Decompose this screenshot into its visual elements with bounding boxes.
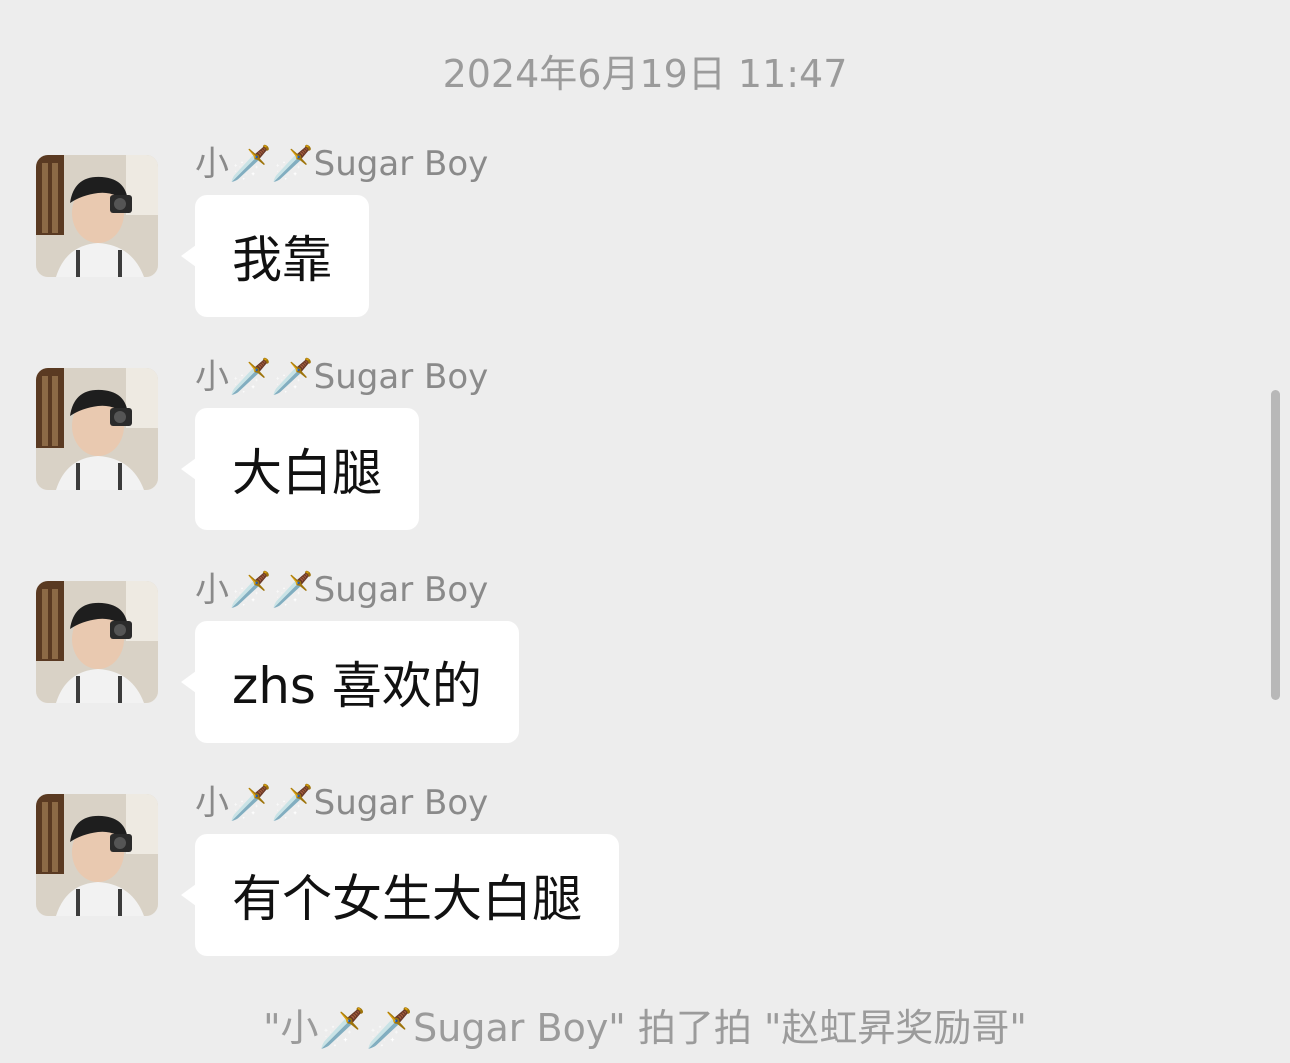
avatar-photo-icon [36,155,158,277]
message-bubble[interactable]: 有个女生大白腿 [181,834,619,956]
message-row: 小🗡️🗡️Sugar Boy 大白腿 [0,357,1260,568]
message-bubble[interactable]: 我靠 [181,195,369,317]
sender-name: 小🗡️🗡️Sugar Boy [195,144,489,184]
chat-timestamp: 2024年6月19日 11:47 [442,52,848,96]
sender-name: 小🗡️🗡️Sugar Boy [195,783,489,823]
avatar-photo-icon [36,794,158,916]
sender-name: 小🗡️🗡️Sugar Boy [195,570,489,610]
message-row: 小🗡️🗡️Sugar Boy 我靠 [0,144,1260,355]
chat-window: 2024年6月19日 11:47 小🗡️🗡️Sugar Boy 我靠 小🗡️🗡️… [0,0,1290,1063]
message-row: 小🗡️🗡️Sugar Boy 有个女生大白腿 [0,783,1260,994]
message-bubble[interactable]: zhs 喜欢的 [181,621,519,743]
message-bubble[interactable]: 大白腿 [181,408,419,530]
sender-avatar[interactable] [36,368,158,490]
sender-avatar[interactable] [36,155,158,277]
avatar-photo-icon [36,581,158,703]
avatar-photo-icon [36,368,158,490]
sender-avatar[interactable] [36,794,158,916]
pat-system-notice: "小🗡️🗡️Sugar Boy" 拍了拍 "赵虹昇奖励哥" [263,1006,1027,1050]
chat-scrollbar[interactable] [1271,390,1280,700]
sender-name: 小🗡️🗡️Sugar Boy [195,357,489,397]
message-row: 小🗡️🗡️Sugar Boy zhs 喜欢的 [0,570,1260,781]
sender-avatar[interactable] [36,581,158,703]
